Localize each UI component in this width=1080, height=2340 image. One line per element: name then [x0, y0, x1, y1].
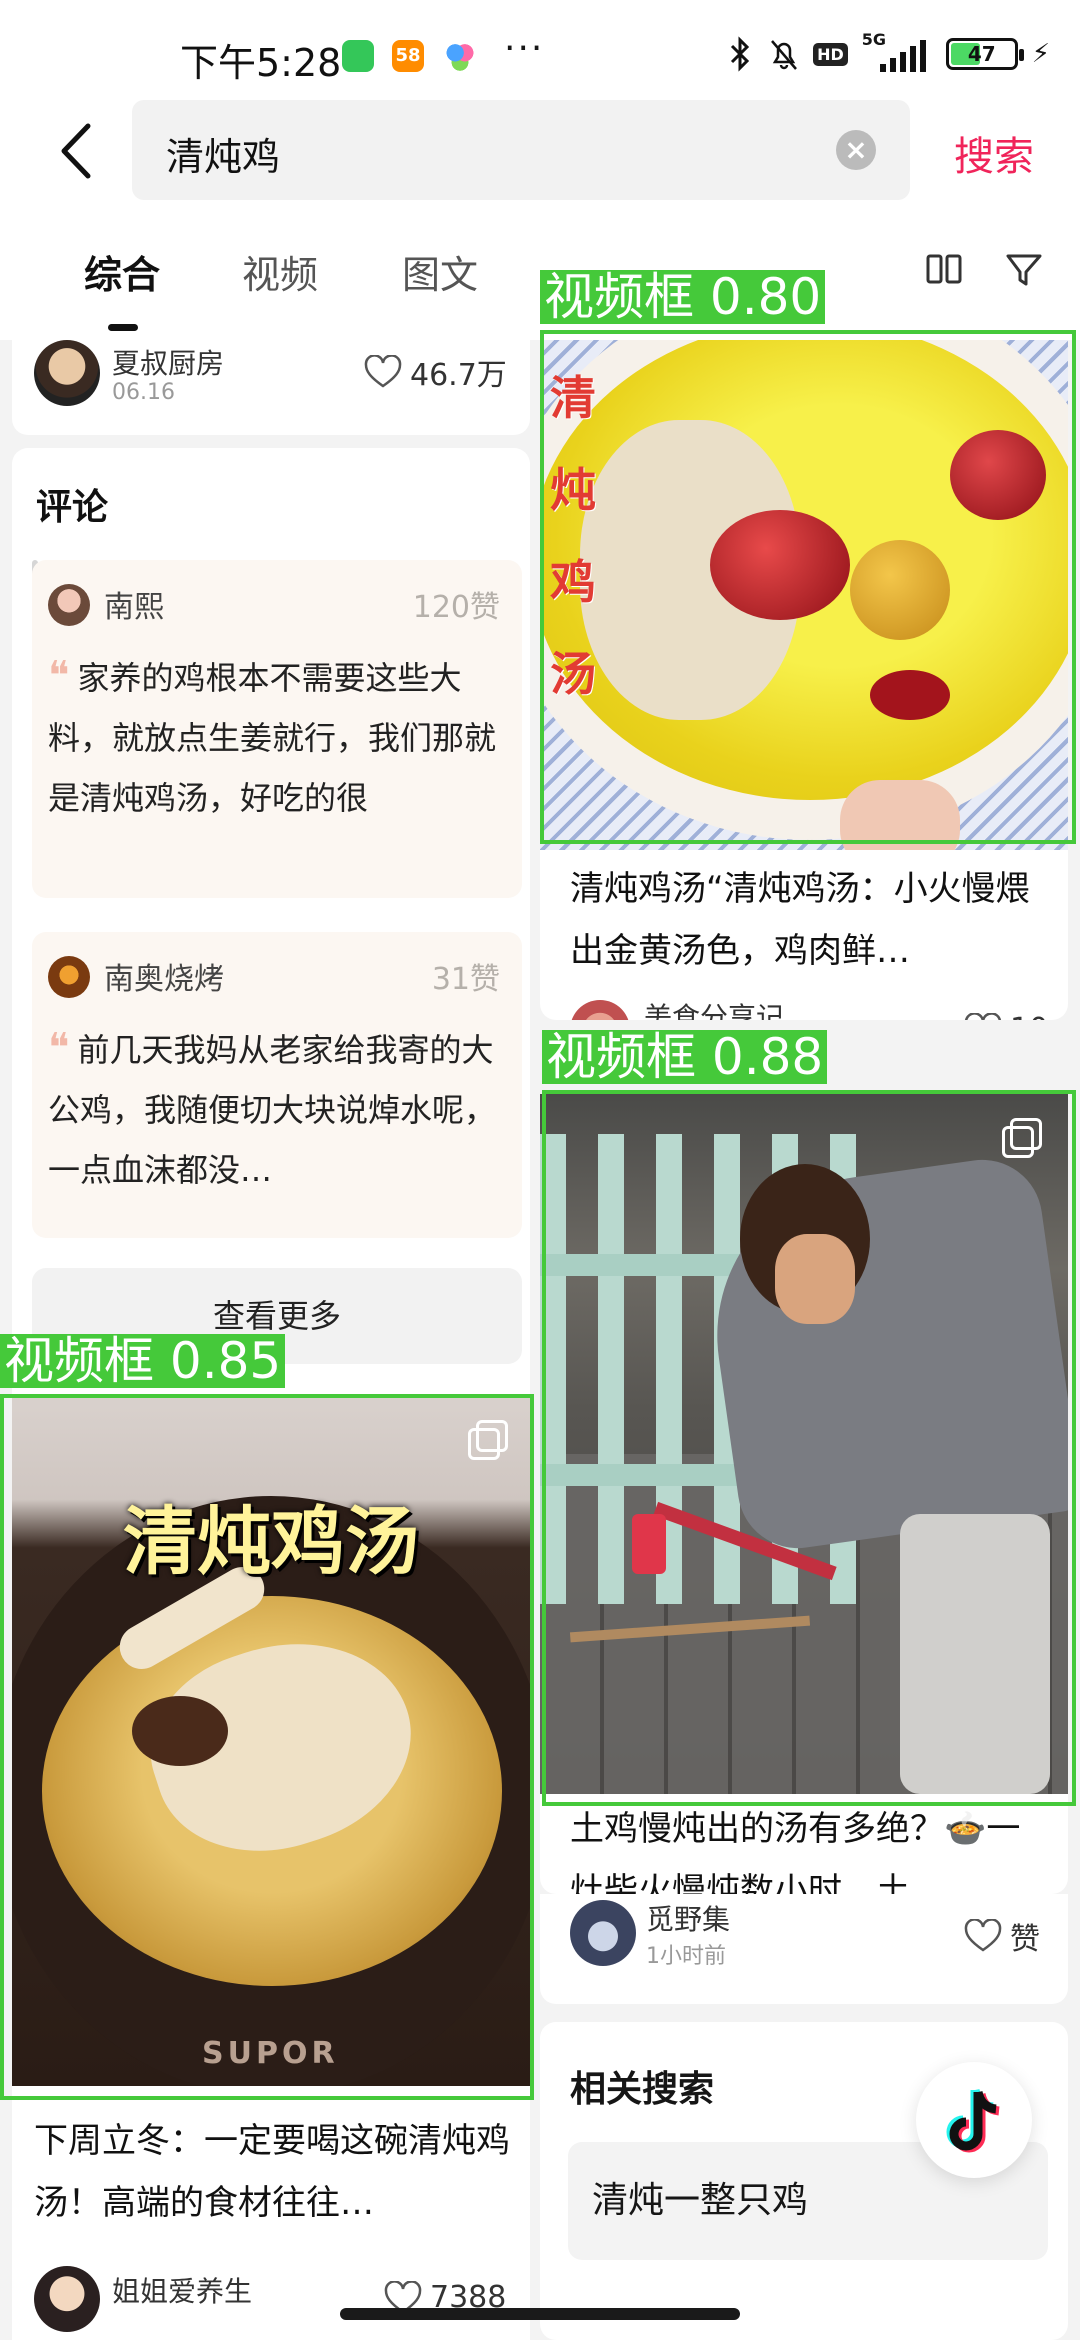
tab-underline: [108, 324, 138, 331]
avatar[interactable]: [48, 956, 90, 998]
like-count: 46.7万: [410, 358, 507, 393]
video-title[interactable]: 土鸡慢炖出的汤有多绝？🍲一灶柴火慢炖数小时，土…: [570, 1798, 1050, 1894]
mute-bell-icon: [771, 40, 798, 70]
comment-author[interactable]: 南奥烧烤: [104, 954, 224, 998]
search-header: 清炖鸡 × 搜索: [0, 100, 1080, 240]
battery-percent: 47: [967, 42, 996, 66]
double-column-icon[interactable]: [924, 250, 964, 290]
like-count: 赞: [1010, 1922, 1040, 1957]
heart-icon: [364, 355, 402, 388]
avatar[interactable]: [48, 584, 90, 626]
comment-text: ❝ 家养的鸡根本不需要这些大料，就放点生姜就行，我们那就是清炖鸡汤，好吃的很: [48, 653, 497, 817]
avatar[interactable]: [570, 1900, 636, 1966]
more-notifications-icon: ···: [504, 28, 545, 69]
hd-icon: HD: [813, 42, 848, 66]
tab-image-text[interactable]: 图文: [402, 244, 478, 299]
author-name[interactable]: 觅野集: [646, 1898, 730, 1938]
card2-footer: 觅野集 1小时前 赞: [540, 1894, 1068, 2004]
detection-box: [540, 330, 1076, 844]
comment-item[interactable]: 南熙 120赞 ❝ 家养的鸡根本不需要这些大料，就放点生姜就行，我们那就是清炖鸡汤…: [32, 560, 522, 898]
status-bar: 下午5:28 58 ··· HD 5G 47 ⚡: [0, 0, 1080, 100]
comment-item[interactable]: 南奥烧烤 31赞 ❝ 前几天我妈从老家给我寄的大公鸡，我随便切大块说焯水呢，一点血…: [32, 932, 522, 1238]
comment-text: ❝ 前几天我妈从老家给我寄的大公鸡，我随便切大块说焯水呢，一点血沫都没…: [48, 1025, 497, 1189]
comment-author[interactable]: 南熙: [104, 582, 164, 626]
clear-icon[interactable]: ×: [836, 130, 876, 170]
signal-icon: 5G: [862, 30, 932, 72]
cat-app-icon: [342, 40, 374, 72]
flower-app-icon: [444, 40, 476, 72]
author-name[interactable]: 姐姐爱养生: [112, 2270, 252, 2310]
video-title[interactable]: 下周立冬：一定要喝这碗清炖鸡汤！高端的食材往往…: [34, 2110, 514, 2234]
avatar[interactable]: [570, 1000, 630, 1020]
back-icon[interactable]: [52, 116, 102, 186]
author-name[interactable]: 美食分享记: [644, 996, 784, 1020]
tab-comprehensive[interactable]: 综合: [84, 244, 160, 299]
comments-card: 评论 南熙 120赞 ❝ 家养的鸡根本不需要这些大料，就放点生姜就行，我们那就是清…: [12, 448, 530, 1448]
like-count: 10: [1010, 1012, 1048, 1020]
status-time: 下午5:28: [180, 41, 342, 85]
detection-box: [542, 1090, 1076, 1806]
heart-icon: [964, 1919, 1002, 1952]
charging-icon: ⚡: [1031, 39, 1050, 69]
like-button[interactable]: 赞: [964, 1914, 1040, 1958]
video-title[interactable]: 清炖鸡汤“清炖鸡汤：小火慢煨出金黄汤色，鸡肉鲜…: [570, 858, 1040, 982]
heart-icon: [964, 1012, 1002, 1020]
quote-icon: ❝: [48, 653, 70, 699]
search-query[interactable]: 清炖鸡: [166, 126, 280, 181]
post-time: 1小时前: [646, 1944, 726, 1969]
like-button[interactable]: 10: [964, 1012, 1048, 1020]
search-input[interactable]: 清炖鸡 ×: [132, 100, 910, 200]
post-date: 06.16: [112, 380, 175, 405]
detection-label: 视频框 0.85: [0, 1334, 286, 1388]
top-card-footer[interactable]: 夏叔厨房 06.16 46.7万: [12, 340, 530, 435]
home-indicator[interactable]: [340, 2308, 740, 2320]
filter-icon[interactable]: [1004, 250, 1044, 290]
tiktok-icon: [946, 2088, 1000, 2153]
bluetooth-icon: [731, 36, 750, 72]
related-title: 相关搜索: [570, 2069, 715, 2110]
comments-title: 评论: [36, 487, 109, 528]
avatar[interactable]: [34, 2266, 100, 2332]
detection-label: 视频框 0.80: [540, 270, 826, 324]
tiktok-float-button[interactable]: [916, 2062, 1032, 2178]
tab-video[interactable]: 视频: [242, 244, 318, 299]
search-button[interactable]: 搜索: [954, 124, 1034, 182]
battery-icon: 47: [945, 38, 1024, 70]
comment-likes: 31赞: [431, 962, 500, 997]
like-button[interactable]: 46.7万: [364, 350, 507, 394]
author-name[interactable]: 夏叔厨房: [112, 342, 224, 382]
comment-likes: 120赞: [412, 590, 500, 625]
58-app-icon: 58: [392, 40, 424, 72]
avatar[interactable]: [34, 340, 100, 406]
detection-label: 视频框 0.88: [542, 1030, 828, 1084]
detection-box: [0, 1394, 534, 2100]
quote-icon: ❝: [48, 1025, 70, 1071]
